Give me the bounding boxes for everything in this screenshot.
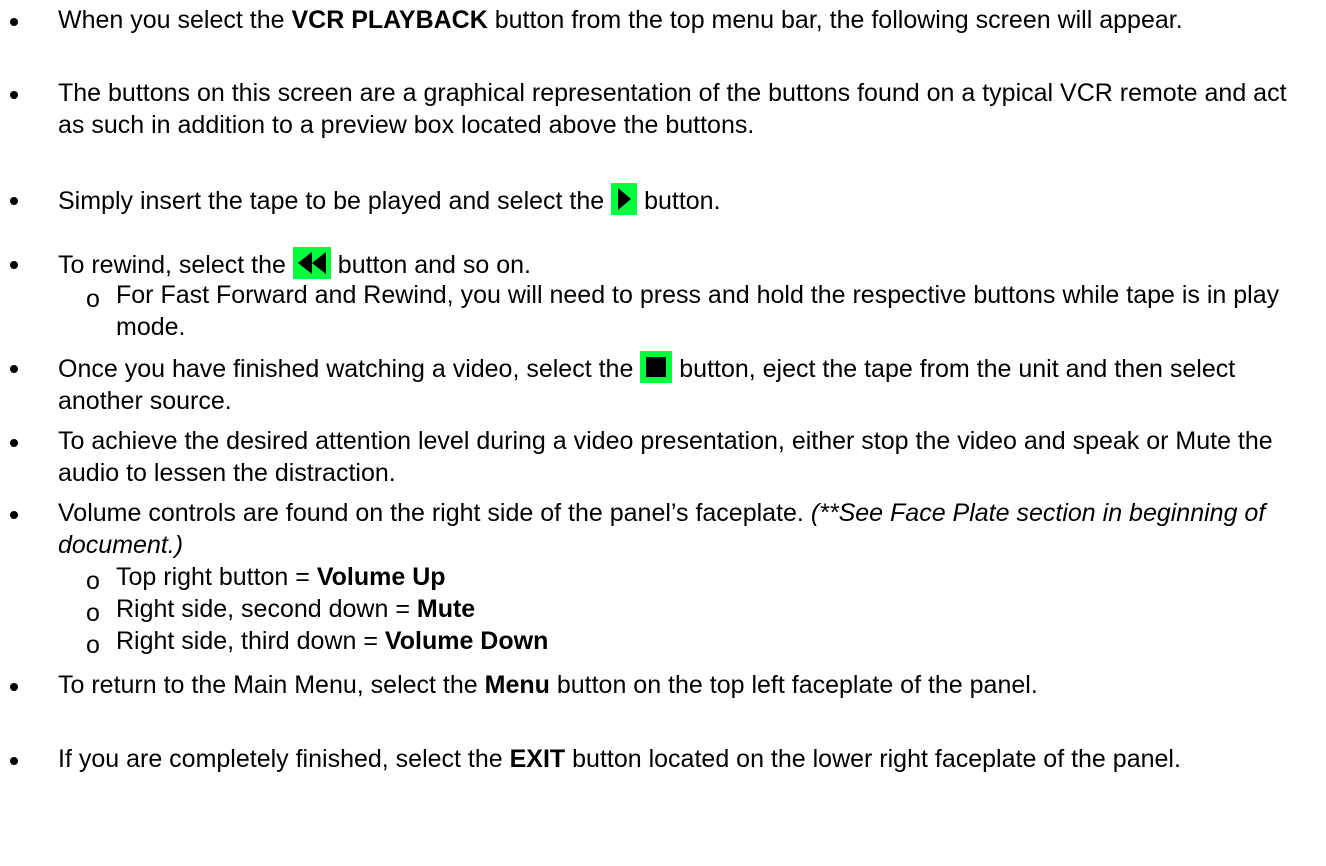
text-segment: If you are completely finished, select t… [58,745,510,773]
exit-label: EXIT [509,745,566,773]
bullet-dot [10,439,18,447]
sub-bullet: o [86,599,100,627]
text-segment: Top right button = [116,563,317,591]
text-segment: To rewind, select the [58,251,293,279]
bullet-dot [10,365,18,373]
bullet-dot [10,18,18,26]
text-segment: button from the top menu bar, the follow… [487,6,1183,34]
text-segment: Right side, third down = [116,627,385,655]
bullet-dot [10,757,18,765]
list-item-text: To return to the Main Menu, select the M… [58,669,1288,701]
list-item-text: To rewind, select the button and so on. [58,247,1288,281]
list-item-text: Once you have finished watching a video,… [58,351,1288,417]
rewind-icon [292,247,331,279]
sub-list-item-text: Right side, second down = Mute [116,593,1288,625]
mute-label: Mute [416,595,476,623]
bullet-dot [10,683,18,691]
sub-bullet: o [86,567,100,595]
bullet-dot [10,511,18,519]
text-segment: button located on the lower right facepl… [565,745,1181,773]
sub-list-item-text: Top right button = Volume Up [116,561,1288,593]
text-segment: Once you have finished watching a video,… [58,355,641,383]
text-segment: To return to the Main Menu, select the [58,671,485,699]
volume-down-label: Volume Down [384,627,549,655]
text-segment: The buttons on this screen are a graphic… [58,79,1287,139]
text-segment: button on the top left faceplate of the … [549,671,1038,699]
text-segment: Volume controls are found on the right s… [58,499,811,527]
vcr-playback-label: VCR PLAYBACK [291,6,488,34]
sub-list-item-text: Right side, third down = Volume Down [116,625,1288,657]
text-segment: To achieve the desired attention level d… [58,427,1273,487]
text-segment: Right side, second down = [116,595,417,623]
text-segment: Simply insert the tape to be played and … [58,187,612,215]
list-item-text: If you are completely finished, select t… [58,743,1288,775]
document-page: When you select the VCR PLAYBACK button … [0,0,1326,866]
bullet-dot [10,261,18,269]
sub-bullet: o [86,285,100,313]
text-segment: When you select the [58,6,292,34]
menu-label: Menu [484,671,550,699]
play-icon [611,183,638,215]
text-segment: button and so on. [330,251,532,279]
bullet-dot [10,197,18,205]
text-segment: button. [637,187,721,215]
bullet-dot [10,91,18,99]
text-segment: For Fast Forward and Rewind, you will ne… [116,281,1280,341]
stop-icon [640,351,673,383]
list-item-text: When you select the VCR PLAYBACK button … [58,4,1288,36]
volume-up-label: Volume Up [316,563,446,591]
sub-list-item-text: For Fast Forward and Rewind, you will ne… [116,279,1288,343]
list-item-text: Volume controls are found on the right s… [58,497,1288,561]
list-item-text: To achieve the desired attention level d… [58,425,1288,489]
list-item-text: Simply insert the tape to be played and … [58,183,1288,217]
sub-bullet: o [86,631,100,659]
list-item-text: The buttons on this screen are a graphic… [58,77,1288,141]
